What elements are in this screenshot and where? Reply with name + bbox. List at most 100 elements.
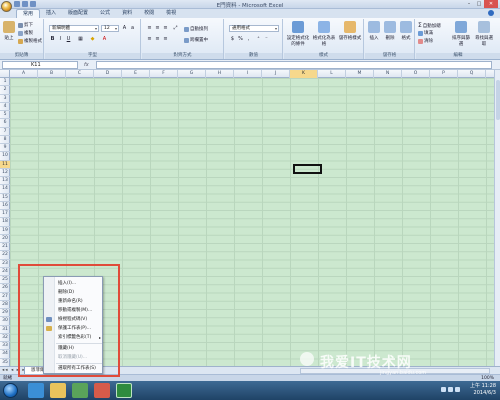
column-header-n[interactable]: N <box>374 70 402 78</box>
autosum-button[interactable]: Σ 自動加總 <box>418 22 441 29</box>
align-right-icon[interactable]: ≡ <box>162 36 169 43</box>
active-cell[interactable] <box>293 164 322 174</box>
tab-view[interactable]: 檢視 <box>160 9 182 18</box>
row-header-34[interactable]: 34 <box>0 350 10 359</box>
cell-styles-button[interactable]: 儲存格樣式 <box>337 21 363 41</box>
row-header-30[interactable]: 30 <box>0 317 10 326</box>
percent-icon[interactable]: % <box>237 36 244 43</box>
row-header-17[interactable]: 17 <box>0 210 10 219</box>
row-header-20[interactable]: 20 <box>0 235 10 243</box>
volume-icon[interactable] <box>448 387 453 392</box>
excel-icon[interactable] <box>116 383 132 398</box>
row-header-21[interactable]: 21 <box>0 243 10 252</box>
font-size-select[interactable]: 12 <box>101 25 119 32</box>
row-header-29[interactable]: 29 <box>0 309 10 318</box>
row-header-28[interactable]: 28 <box>0 301 10 309</box>
minimize-button[interactable]: – <box>464 0 474 8</box>
column-header-q[interactable]: Q <box>458 70 486 78</box>
taskbar-clock[interactable]: 上午 11:28 2014/6/3 <box>470 383 496 397</box>
fill-color-icon[interactable]: ◆ <box>89 36 96 43</box>
app-icon[interactable] <box>94 383 110 398</box>
media-icon[interactable] <box>72 383 88 398</box>
folder-icon[interactable] <box>50 383 66 398</box>
font-color-icon[interactable]: A <box>101 36 108 43</box>
sort-filter-button[interactable]: 排序與篩選 <box>450 21 472 47</box>
maximize-button[interactable]: □ <box>474 0 484 8</box>
row-header-11[interactable]: 11 <box>0 160 10 169</box>
row-header-31[interactable]: 31 <box>0 326 10 334</box>
column-header-b[interactable]: B <box>38 70 66 78</box>
row-header-9[interactable]: 9 <box>0 144 10 153</box>
align-top-icon[interactable]: ≡ <box>146 25 153 32</box>
column-header-a[interactable]: A <box>10 70 38 78</box>
row-header-26[interactable]: 26 <box>0 284 10 293</box>
column-header-g[interactable]: G <box>178 70 206 78</box>
column-header-f[interactable]: F <box>150 70 178 78</box>
insert-cells-button[interactable]: 插入 <box>366 21 382 41</box>
conditional-format-button[interactable]: 設定格式化的條件 <box>285 21 311 47</box>
wrap-text-button[interactable]: 自動換列 <box>184 26 208 32</box>
tab-review[interactable]: 校閱 <box>138 9 160 18</box>
merge-center-button[interactable]: 跨欄置中 <box>184 37 208 43</box>
copy-button[interactable]: 複製 <box>18 30 33 36</box>
formula-input[interactable] <box>96 61 492 69</box>
increase-decimal-icon[interactable]: ⁺ <box>255 36 262 43</box>
grow-font-icon[interactable]: A <box>121 25 128 32</box>
find-select-button[interactable]: 尋找與選取 <box>473 21 495 47</box>
column-header-m[interactable]: M <box>346 70 374 78</box>
clear-button[interactable]: 清除 <box>418 38 433 44</box>
row-header-18[interactable]: 18 <box>0 218 10 227</box>
underline-icon[interactable]: U <box>65 36 72 43</box>
align-left-icon[interactable]: ≡ <box>146 36 153 43</box>
delete-cells-button[interactable]: 刪除 <box>382 21 398 41</box>
row-header-24[interactable]: 24 <box>0 268 10 276</box>
row-header-7[interactable]: 7 <box>0 128 10 136</box>
decrease-decimal-icon[interactable]: ⁻ <box>263 36 270 43</box>
vertical-scrollbar[interactable] <box>494 70 500 366</box>
close-button[interactable]: ✕ <box>484 0 498 8</box>
column-header-c[interactable]: C <box>66 70 94 78</box>
select-all-corner[interactable] <box>0 70 10 78</box>
row-header-16[interactable]: 16 <box>0 202 10 210</box>
row-header-4[interactable]: 4 <box>0 103 10 111</box>
row-header-10[interactable]: 10 <box>0 152 10 161</box>
currency-icon[interactable]: $ <box>229 36 236 43</box>
align-bottom-icon[interactable]: ≡ <box>162 25 169 32</box>
format-cells-button[interactable]: 格式 <box>398 21 414 41</box>
column-header-h[interactable]: H <box>206 70 234 78</box>
tab-formulas[interactable]: 公式 <box>94 9 116 18</box>
row-header-1[interactable]: 1 <box>0 78 10 87</box>
start-button[interactable] <box>3 383 18 398</box>
row-header-27[interactable]: 27 <box>0 293 10 301</box>
format-painter-button[interactable]: 複製格式 <box>18 38 42 44</box>
network-icon[interactable] <box>441 387 446 392</box>
italic-icon[interactable]: I <box>57 36 64 43</box>
fill-button[interactable]: 填滿 <box>418 30 433 36</box>
column-header-j[interactable]: J <box>262 70 290 78</box>
row-header-15[interactable]: 15 <box>0 194 10 202</box>
row-header-6[interactable]: 6 <box>0 119 10 128</box>
shrink-font-icon[interactable]: a <box>129 25 136 32</box>
border-icon[interactable]: ▦ <box>77 36 84 43</box>
tab-insert[interactable]: 插入 <box>40 9 62 18</box>
column-header-k[interactable]: K <box>290 70 318 78</box>
help-icon[interactable] <box>488 10 494 16</box>
paste-button[interactable]: 貼上 <box>2 21 16 41</box>
row-header-23[interactable]: 23 <box>0 260 10 268</box>
format-as-table-button[interactable]: 格式化為表格 <box>312 21 336 47</box>
flag-icon[interactable] <box>455 387 460 392</box>
number-format-select[interactable]: 通用格式 <box>229 25 279 32</box>
row-header-2[interactable]: 2 <box>0 86 10 95</box>
column-header-l[interactable]: L <box>318 70 346 78</box>
scrollbar-thumb[interactable] <box>496 80 500 120</box>
office-button[interactable] <box>1 1 12 12</box>
fx-icon[interactable]: fx <box>84 61 89 69</box>
row-header-8[interactable]: 8 <box>0 136 10 144</box>
row-header-32[interactable]: 32 <box>0 334 10 342</box>
tab-home[interactable]: 常用 <box>16 9 41 18</box>
row-header-22[interactable]: 22 <box>0 251 10 260</box>
row-header-5[interactable]: 5 <box>0 111 10 120</box>
row-header-12[interactable]: 12 <box>0 169 10 177</box>
row-header-33[interactable]: 33 <box>0 342 10 351</box>
font-name-select[interactable]: 新細明體 <box>49 25 99 32</box>
